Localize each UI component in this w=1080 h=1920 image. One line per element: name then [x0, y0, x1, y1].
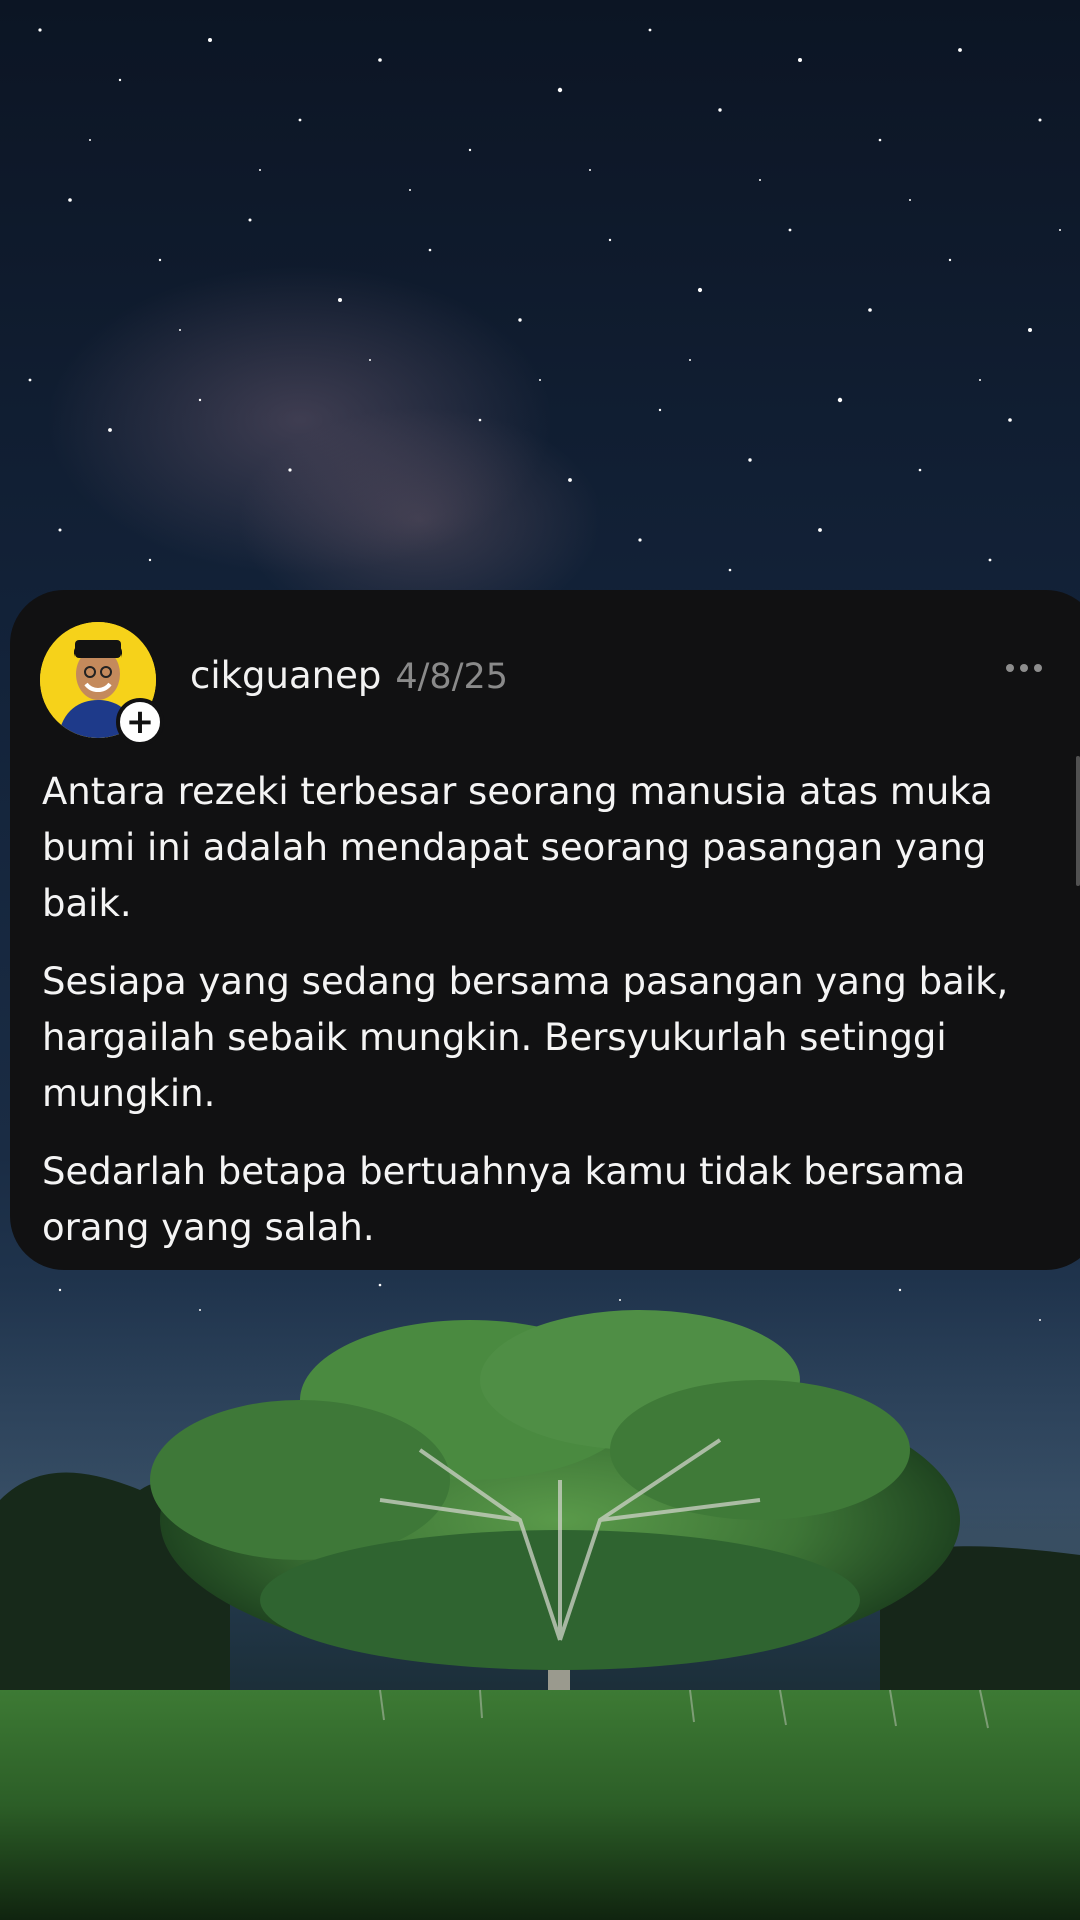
post-date: 4/8/25	[395, 657, 509, 697]
post-header: cikguanep 4/8/25	[190, 654, 508, 697]
post-paragraph: Sesiapa yang sedang bersama pasangan yan…	[42, 960, 1009, 1115]
follow-plus-icon[interactable]: +	[116, 698, 164, 746]
scroll-indicator[interactable]	[1076, 756, 1080, 886]
profile-avatar-group[interactable]: +	[40, 622, 164, 746]
dot	[1020, 664, 1028, 672]
post-card: + cikguanep 4/8/25 Antara rezeki terbesa…	[10, 590, 1080, 1270]
username[interactable]: cikguanep	[190, 654, 381, 697]
plus-icon: +	[125, 702, 155, 742]
post-paragraph: Antara rezeki terbesar seorang manusia a…	[42, 770, 993, 925]
dot	[1006, 664, 1014, 672]
story-screen: + cikguanep 4/8/25 Antara rezeki terbesa…	[0, 0, 1080, 1920]
more-dots-icon[interactable]	[1006, 662, 1046, 674]
dot	[1034, 664, 1042, 672]
post-paragraph: Sedarlah betapa bertuahnya kamu tidak be…	[42, 1150, 966, 1249]
post-body: Antara rezeki terbesar seorang manusia a…	[42, 764, 1052, 1278]
